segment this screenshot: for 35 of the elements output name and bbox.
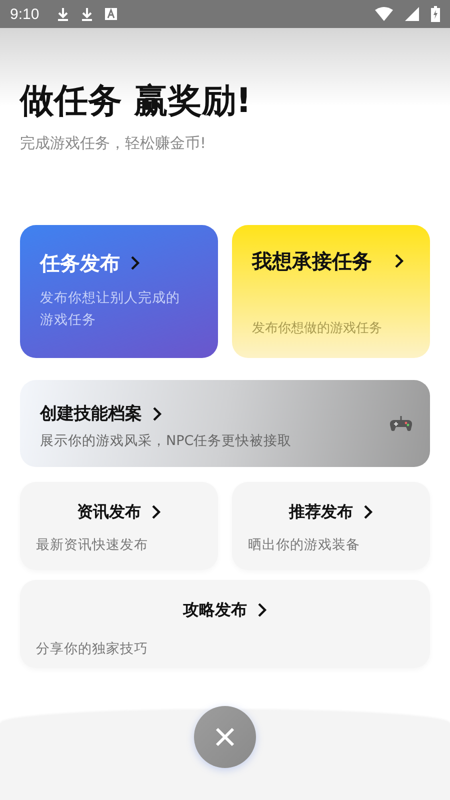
card-title: 任务发布 [40,250,120,277]
card-description: 最新资讯快速发布 [36,536,149,555]
task-card[interactable]: 资讯发布 最新资讯快速发布 [20,482,218,570]
chevron-icon [130,255,140,271]
card-description: 晒出你的游戏装备 [248,536,361,555]
chevron-icon [152,406,162,422]
card-description: 展示你的游戏风采，NPC任务更快被接取 [40,432,293,451]
signal-icon [405,7,419,21]
card-title: 推荐发布 [289,501,353,523]
page-title: 做任务 赢奖励! [20,80,252,123]
card-title: 创建技能档案 [40,403,142,426]
chevron-icon [363,504,373,520]
card-title: 我想承接任务 [252,248,373,275]
battery-icon [431,6,440,22]
card-description: 分享你的独家技巧 [36,640,149,659]
download-icon [81,7,94,21]
card-description: 发布你想让别人完成的游戏任务 [40,289,181,330]
chevron-icon [257,602,267,618]
task-card[interactable]: 任务发布 发布你想让别人完成的游戏任务 [20,225,218,358]
wifi-icon [375,7,393,21]
card-title: 攻略发布 [183,599,247,621]
card-description: 发布你想做的游戏任务 [252,320,383,338]
task-card[interactable]: 攻略发布 分享你的独家技巧 [20,580,430,668]
task-card[interactable]: 推荐发布 晒出你的游戏装备 [232,482,430,570]
status-time: 9:10 [10,6,40,22]
card-title: 资讯发布 [77,501,141,523]
task-card[interactable]: 我想承接任务 发布你想做的游戏任务 [232,225,430,358]
gamepad-icon [390,416,412,432]
chevron-icon [394,253,404,269]
task-card[interactable]: 创建技能档案 展示你的游戏风采，NPC任务更快被接取 [20,380,430,467]
download-icon [57,7,70,21]
font-icon [105,8,118,20]
page-subtitle: 完成游戏任务，轻松赚金币! [20,134,208,153]
close-icon [215,727,235,747]
chevron-icon [151,504,161,520]
